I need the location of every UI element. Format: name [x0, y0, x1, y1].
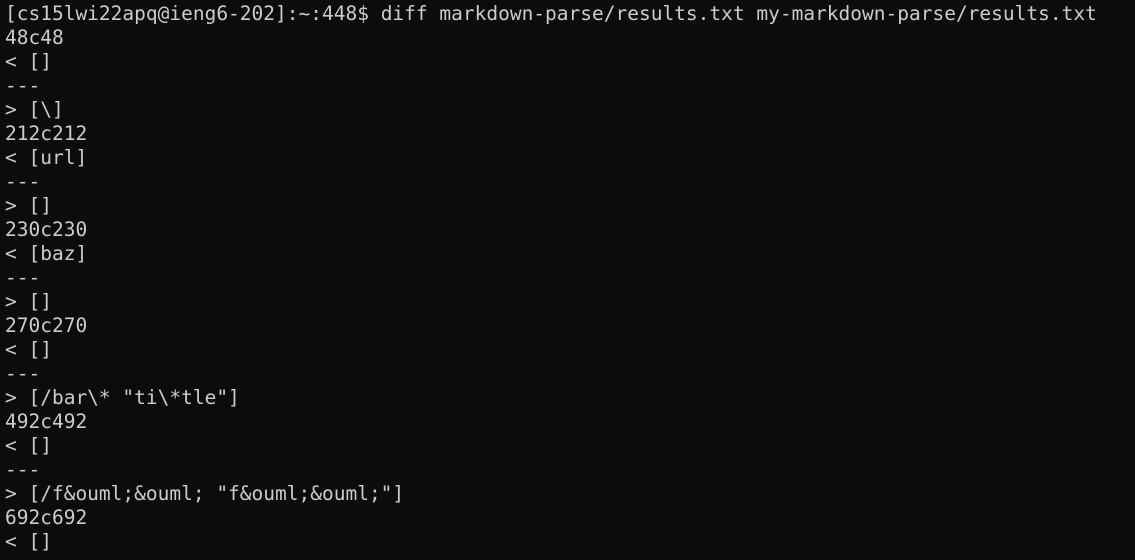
- output-line: > []: [5, 290, 52, 313]
- output-line: < [url]: [5, 146, 88, 169]
- output-line: ---: [5, 458, 41, 481]
- output-line: ---: [5, 266, 41, 289]
- terminal-window[interactable]: [cs15lwi22apq@ieng6-202]:~:448$ diff mar…: [0, 0, 1135, 560]
- output-line: 48c48: [5, 26, 64, 49]
- output-line: > []: [5, 194, 52, 217]
- output-line: 230c230: [5, 218, 88, 241]
- output-line: < []: [5, 530, 52, 553]
- output-line: ---: [5, 362, 41, 385]
- shell-prompt: [cs15lwi22apq@ieng6-202]:~:448$: [5, 2, 381, 25]
- command-text: diff markdown-parse/results.txt my-markd…: [380, 2, 1097, 25]
- output-line: < []: [5, 50, 52, 73]
- output-line: 492c492: [5, 410, 88, 433]
- output-line: < []: [5, 338, 52, 361]
- command-line: [cs15lwi22apq@ieng6-202]:~:448$ diff mar…: [5, 2, 1135, 26]
- output-line: 212c212: [5, 122, 88, 145]
- output-line: ---: [5, 74, 41, 97]
- output-line: > [\]: [5, 98, 64, 121]
- output-line: < [baz]: [5, 242, 88, 265]
- output-line: > [/f&ouml;&ouml; "f&ouml;&ouml;"]: [5, 482, 405, 505]
- output-line: 270c270: [5, 314, 88, 337]
- output-line: ---: [5, 170, 41, 193]
- output-line: > [/bar\* "ti\*tle"]: [5, 386, 240, 409]
- output-line: 692c692: [5, 506, 88, 529]
- output-line: < []: [5, 434, 52, 457]
